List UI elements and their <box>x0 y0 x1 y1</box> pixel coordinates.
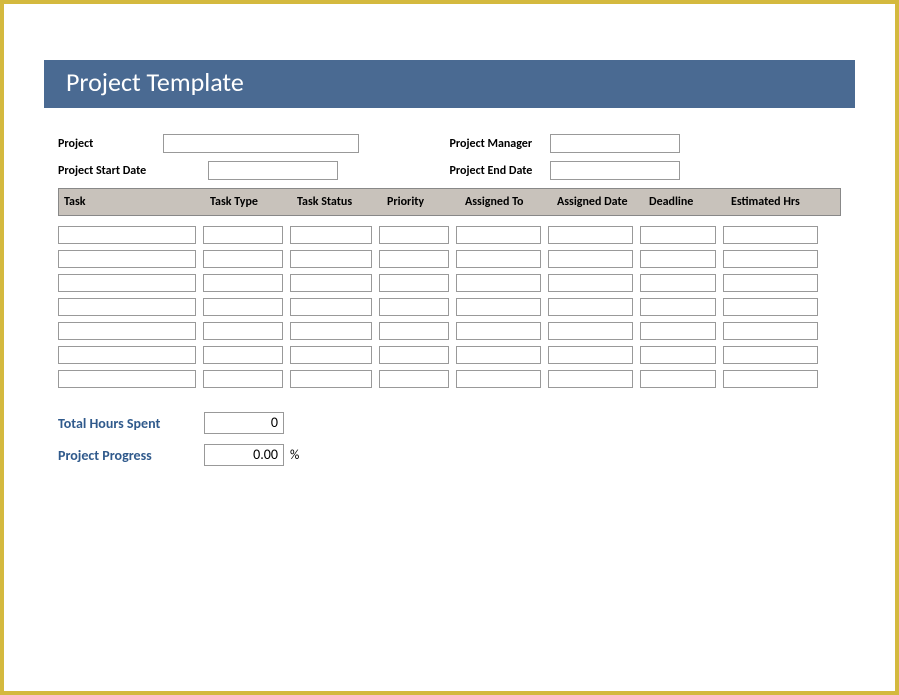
cell-assigned_date[interactable] <box>548 250 633 268</box>
table-row <box>58 298 841 316</box>
table-header: Task Task Type Task Status Priority Assi… <box>58 188 841 216</box>
cell-deadline[interactable] <box>640 370 716 388</box>
summary-total-hours-row: Total Hours Spent 0 <box>58 412 841 434</box>
cell-estimated_hrs[interactable] <box>723 298 818 316</box>
table-row <box>58 226 841 244</box>
cell-priority[interactable] <box>379 274 449 292</box>
table-row <box>58 322 841 340</box>
meta-group-startdate: Project Start Date <box>58 161 450 180</box>
cell-task[interactable] <box>58 346 196 364</box>
project-input[interactable] <box>163 134 359 153</box>
project-end-date-label: Project End Date <box>450 164 550 178</box>
cell-assigned_date[interactable] <box>548 298 633 316</box>
table-row <box>58 346 841 364</box>
cell-task[interactable] <box>58 226 196 244</box>
cell-priority[interactable] <box>379 298 449 316</box>
cell-task_type[interactable] <box>203 346 283 364</box>
progress-value[interactable]: 0.00 <box>204 444 284 466</box>
summary-section: Total Hours Spent 0 Project Progress 0.0… <box>44 412 855 466</box>
col-header-assigned-date: Assigned Date <box>552 195 644 209</box>
cell-assigned_to[interactable] <box>456 250 541 268</box>
cell-assigned_date[interactable] <box>548 346 633 364</box>
cell-deadline[interactable] <box>640 274 716 292</box>
project-manager-label: Project Manager <box>450 137 550 151</box>
cell-task_type[interactable] <box>203 250 283 268</box>
cell-task_status[interactable] <box>290 298 372 316</box>
task-table: Task Task Type Task Status Priority Assi… <box>44 188 855 388</box>
project-start-date-label: Project Start Date <box>58 164 208 178</box>
cell-assigned_date[interactable] <box>548 322 633 340</box>
cell-task_type[interactable] <box>203 322 283 340</box>
meta-group-project: Project <box>58 134 450 153</box>
cell-priority[interactable] <box>379 370 449 388</box>
cell-task_status[interactable] <box>290 250 372 268</box>
cell-task[interactable] <box>58 250 196 268</box>
cell-task[interactable] <box>58 322 196 340</box>
project-end-date-input[interactable] <box>550 161 680 180</box>
cell-assigned_date[interactable] <box>548 274 633 292</box>
summary-progress-row: Project Progress 0.00 % <box>58 444 841 466</box>
cell-estimated_hrs[interactable] <box>723 274 818 292</box>
cell-priority[interactable] <box>379 226 449 244</box>
meta-row-1: Project Project Manager <box>58 134 841 153</box>
cell-task[interactable] <box>58 370 196 388</box>
meta-group-manager: Project Manager <box>450 134 842 153</box>
cell-assigned_to[interactable] <box>456 298 541 316</box>
col-header-task-status: Task Status <box>292 195 382 209</box>
cell-deadline[interactable] <box>640 250 716 268</box>
cell-task_type[interactable] <box>203 370 283 388</box>
col-header-priority: Priority <box>382 195 460 209</box>
total-hours-value[interactable]: 0 <box>204 412 284 434</box>
cell-assigned_to[interactable] <box>456 274 541 292</box>
cell-deadline[interactable] <box>640 322 716 340</box>
cell-task_status[interactable] <box>290 322 372 340</box>
cell-task[interactable] <box>58 298 196 316</box>
cell-priority[interactable] <box>379 322 449 340</box>
table-row <box>58 370 841 388</box>
col-header-deadline: Deadline <box>644 195 726 209</box>
col-header-task: Task <box>59 195 205 209</box>
cell-task_type[interactable] <box>203 274 283 292</box>
cell-task_status[interactable] <box>290 370 372 388</box>
meta-row-2: Project Start Date Project End Date <box>58 161 841 180</box>
cell-deadline[interactable] <box>640 298 716 316</box>
cell-task_status[interactable] <box>290 346 372 364</box>
cell-priority[interactable] <box>379 346 449 364</box>
cell-estimated_hrs[interactable] <box>723 250 818 268</box>
cell-task_status[interactable] <box>290 226 372 244</box>
cell-deadline[interactable] <box>640 346 716 364</box>
total-hours-label: Total Hours Spent <box>58 415 204 432</box>
project-label: Project <box>58 137 163 151</box>
cell-assigned_to[interactable] <box>456 226 541 244</box>
meta-group-enddate: Project End Date <box>450 161 842 180</box>
cell-assigned_date[interactable] <box>548 370 633 388</box>
meta-section: Project Project Manager Project Start Da… <box>44 134 855 180</box>
cell-task[interactable] <box>58 274 196 292</box>
cell-task_type[interactable] <box>203 298 283 316</box>
col-header-estimated-hrs: Estimated Hrs <box>726 195 821 209</box>
cell-estimated_hrs[interactable] <box>723 346 818 364</box>
document-frame: Project Template Project Project Manager… <box>0 0 899 695</box>
cell-assigned_to[interactable] <box>456 322 541 340</box>
project-start-date-input[interactable] <box>208 161 338 180</box>
cell-priority[interactable] <box>379 250 449 268</box>
cell-task_type[interactable] <box>203 226 283 244</box>
cell-assigned_to[interactable] <box>456 370 541 388</box>
table-row <box>58 250 841 268</box>
cell-task_status[interactable] <box>290 274 372 292</box>
cell-estimated_hrs[interactable] <box>723 322 818 340</box>
cell-assigned_date[interactable] <box>548 226 633 244</box>
table-row <box>58 274 841 292</box>
page-title: Project Template <box>44 60 855 108</box>
project-manager-input[interactable] <box>550 134 680 153</box>
cell-deadline[interactable] <box>640 226 716 244</box>
cell-estimated_hrs[interactable] <box>723 226 818 244</box>
col-header-assigned-to: Assigned To <box>460 195 552 209</box>
cell-estimated_hrs[interactable] <box>723 370 818 388</box>
progress-unit: % <box>290 448 299 463</box>
progress-label: Project Progress <box>58 447 204 464</box>
cell-assigned_to[interactable] <box>456 346 541 364</box>
col-header-task-type: Task Type <box>205 195 292 209</box>
